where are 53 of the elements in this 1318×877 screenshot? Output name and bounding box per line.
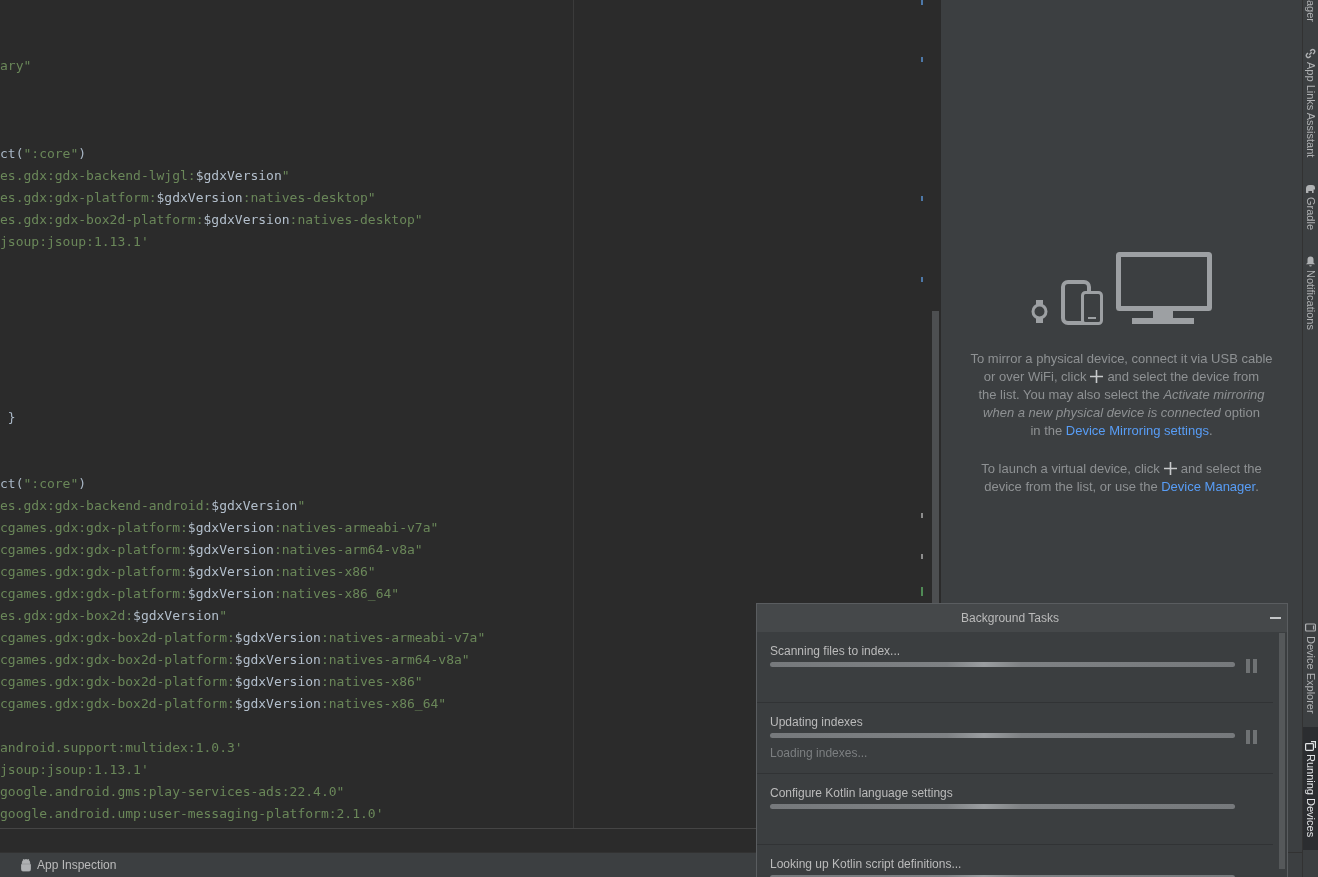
code-line: es.gdx:gdx-platform:$gdxVersion:natives-desktop" — [0, 189, 376, 207]
task-title: Scanning files to index... — [770, 643, 901, 659]
code-line: cgames.gdx:gdx-box2d-platform:$gdxVersion:natives-armeabi-v7a" — [0, 629, 486, 647]
code-line: cgames.gdx:gdx-platform:$gdxVersion:natives-arm64-v8a" — [0, 541, 423, 559]
devices-icon — [1305, 739, 1316, 751]
code-line: es.gdx:gdx-backend-lwjgl:$gdxVersion" — [0, 167, 290, 185]
code-line: jsoup:jsoup:1.13.1' — [0, 233, 149, 251]
code-line: cgames.gdx:gdx-platform:$gdxVersion:natives-x86" — [0, 563, 376, 581]
task-title: Looking up Kotlin script definitions... — [770, 856, 962, 872]
tool-window-button[interactable]: Device Explorer — [1303, 609, 1318, 727]
code-line: cgames.gdx:gdx-platform:$gdxVersion:natives-armeabi-v7a" — [0, 519, 439, 537]
task-title: Updating indexes — [770, 714, 863, 730]
tool-window-button[interactable]: Running Devices — [1303, 726, 1318, 850]
bell-icon — [1305, 256, 1316, 268]
code-line: } — [6, 409, 16, 427]
pause-icon — [1246, 659, 1257, 673]
code-line: google.android.gms:play-services-ads:22.4.0" — [0, 783, 345, 801]
pause-icon — [1246, 730, 1257, 744]
settings-link[interactable]: Device Mirroring settings — [1065, 423, 1209, 438]
robot-icon — [20, 858, 32, 872]
code-line: cgames.gdx:gdx-platform:$gdxVersion:natives-x86_64" — [0, 585, 400, 603]
tool-window-button[interactable]: App Inspection — [18, 854, 119, 876]
tool-window-button[interactable]: Notifications — [1303, 245, 1318, 342]
pause-button[interactable] — [1246, 730, 1257, 744]
task-title: Configure Kotlin language settings — [770, 785, 953, 801]
device-manager-link[interactable]: Device Manager — [1161, 479, 1256, 494]
popup-title: Background Tasks — [961, 610, 1059, 626]
code-line: android.support:multidex:1.0.3' — [0, 739, 243, 757]
code-line: ct(":core") — [0, 145, 87, 163]
tool-window-button[interactable]: ager — [1303, 0, 1318, 34]
mirroring-hint: To mirror a physical device, connect it via USB cable or over WiFi, click and select the device from the list. You may also select the Activate mirroring when a new physical device is connected option in the Device Mirroring settings. — [970, 350, 1273, 440]
plus-icon — [1090, 370, 1104, 383]
code-line: cgames.gdx:gdx-box2d-platform:$gdxVersion:natives-x86_64" — [0, 695, 447, 713]
elephant-icon — [1305, 183, 1316, 195]
link-icon — [1305, 48, 1316, 60]
code-line: ct(":core") — [0, 475, 87, 493]
code-line: cgames.gdx:gdx-box2d-platform:$gdxVersion:natives-x86" — [0, 673, 423, 691]
code-line: es.gdx:gdx-box2d:$gdxVersion" — [0, 607, 227, 625]
code-line: ary" — [0, 57, 32, 75]
pause-button[interactable] — [1246, 659, 1257, 673]
scrollbar-thumb[interactable] — [1279, 633, 1285, 869]
tool-window-button[interactable]: App Links Assistant — [1303, 37, 1318, 169]
code-line: es.gdx:gdx-box2d-platform:$gdxVersion:natives-desktop" — [0, 211, 423, 229]
plus-icon — [1163, 462, 1177, 475]
phone-icon — [1305, 622, 1316, 634]
code-line: google.android.ump:user-messaging-platform:2.1.0' — [0, 805, 384, 823]
minimize-icon — [1269, 617, 1281, 619]
code-line: es.gdx:gdx-backend-android:$gdxVersion" — [0, 497, 306, 515]
code-line: jsoup:jsoup:1.13.1' — [0, 761, 149, 779]
tool-window-button[interactable]: Gradle — [1303, 172, 1318, 242]
virtual-device-hint: To launch a virtual device, click and select the device from the list, or use the Device Manager. — [981, 460, 1262, 496]
task-detail: Loading indexes... — [770, 745, 868, 761]
code-line: cgames.gdx:gdx-box2d-platform:$gdxVersion:natives-arm64-v8a" — [0, 651, 470, 669]
